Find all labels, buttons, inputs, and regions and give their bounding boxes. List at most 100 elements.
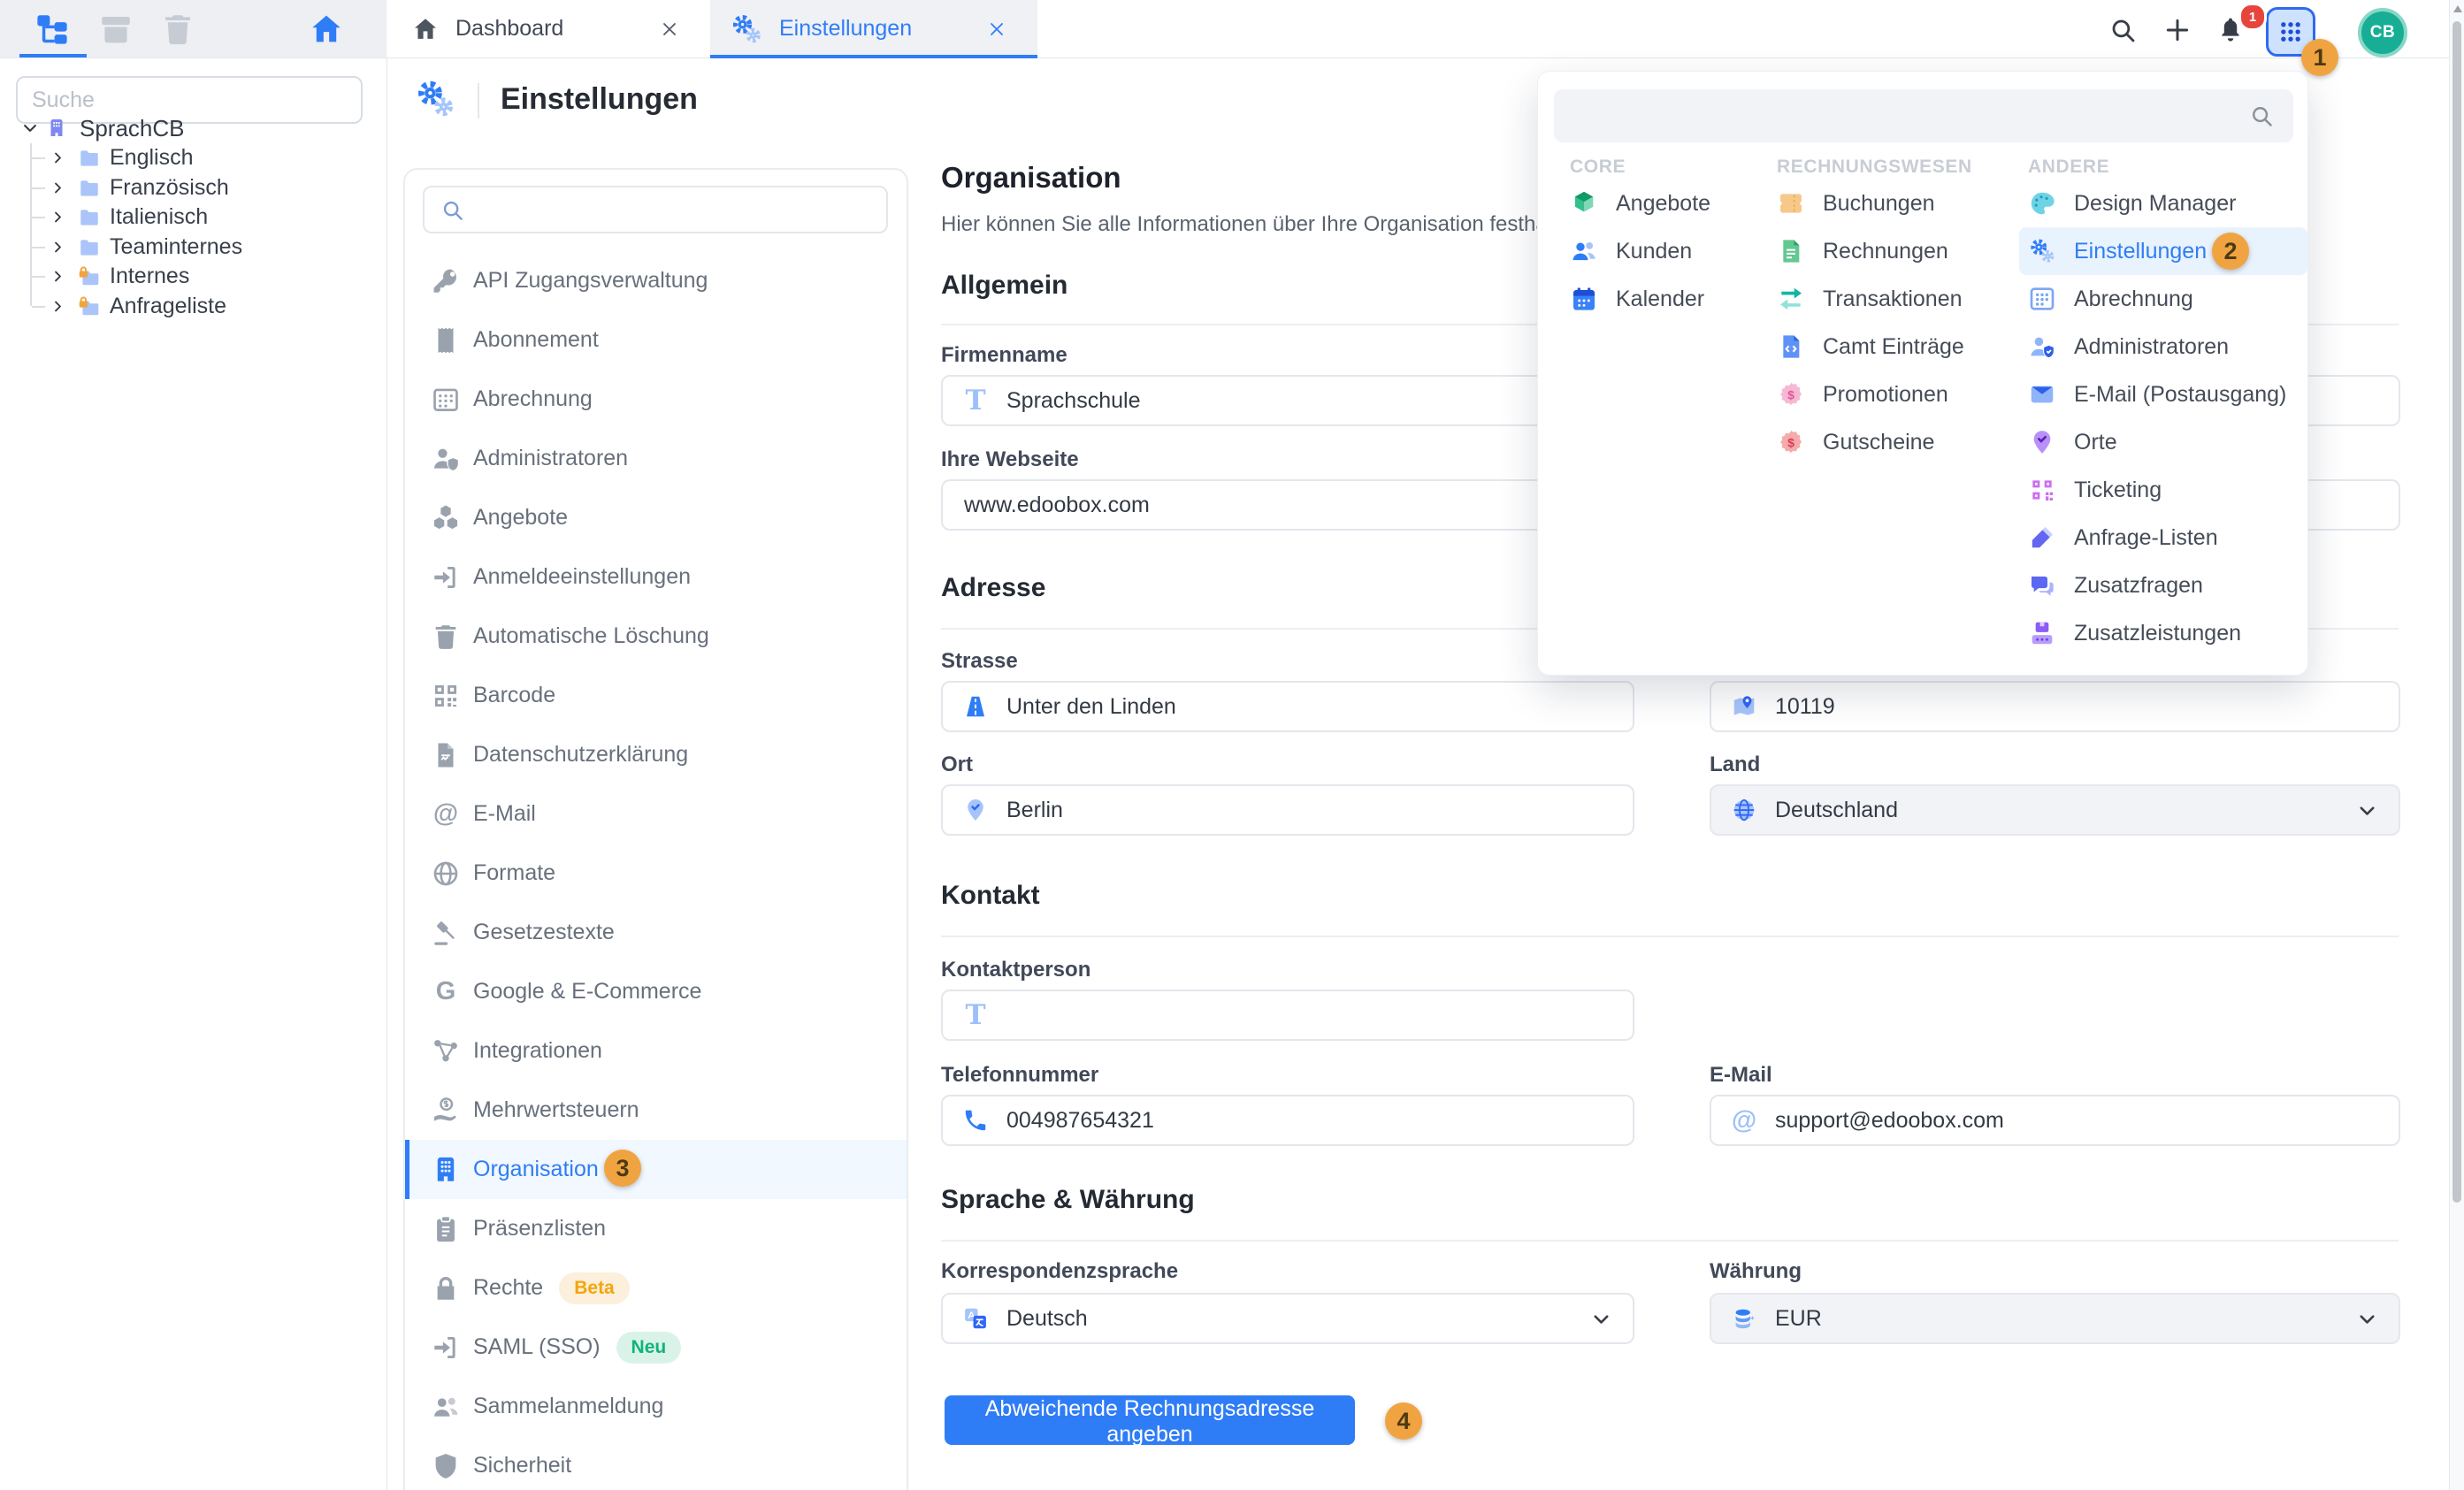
email-input[interactable]	[1773, 1107, 2379, 1135]
global-search-icon[interactable]	[2108, 16, 2137, 44]
settings-menu-item-saml-sso[interactable]: SAML (SSO)Neu	[405, 1318, 907, 1377]
scrollbar-thumb[interactable]	[2453, 21, 2461, 1203]
chevron-right-icon[interactable]	[50, 180, 65, 195]
plz-field[interactable]	[1710, 681, 2400, 732]
settings-menu-item-abrechnung[interactable]: Abrechnung	[405, 370, 907, 429]
chevron-right-icon[interactable]	[50, 299, 65, 314]
tree-tick	[32, 276, 45, 278]
launcher-item-abrechnung[interactable]: Abrechnung	[2019, 275, 2307, 323]
launcher-item-promotionen[interactable]: $Promotionen	[1768, 371, 2010, 418]
close-icon[interactable]	[986, 19, 1007, 40]
strasse-field[interactable]	[941, 681, 1634, 732]
tree-root-sprachcb[interactable]: SprachCB	[0, 113, 386, 143]
settings-menu-item-api-zugangsverwaltung[interactable]: API Zugangsverwaltung	[405, 251, 907, 310]
scrollbar[interactable]	[2449, 0, 2464, 1490]
settings-menu-item-anmeldeeinstellungen[interactable]: Anmeldeeinstellungen	[405, 547, 907, 607]
strasse-input[interactable]	[1005, 693, 1613, 721]
tab-einstellungen[interactable]: Einstellungen	[710, 0, 1037, 57]
kontaktperson-input[interactable]	[1005, 1002, 1613, 1029]
launcher-item-label: Abrechnung	[2074, 287, 2193, 312]
tree-item-französisch[interactable]: Französisch	[0, 173, 386, 203]
email-field[interactable]: @	[1710, 1095, 2400, 1146]
settings-menu-item-angebote[interactable]: Angebote	[405, 488, 907, 547]
avatar[interactable]: CB	[2358, 8, 2407, 57]
launcher-item-gutscheine[interactable]: $Gutscheine	[1768, 418, 2010, 466]
launcher-item-ticketing[interactable]: Ticketing	[2019, 466, 2307, 514]
settings-menu-item-google-e-commerce[interactable]: GGoogle & E-Commerce	[405, 962, 907, 1021]
launcher-item-e-mail-postausgang[interactable]: E-Mail (Postausgang)	[2019, 371, 2307, 418]
settings-menu-item-barcode[interactable]: Barcode	[405, 666, 907, 725]
topbar: Dashboard Einstellungen 1 CB	[0, 0, 2464, 58]
launcher-item-kunden[interactable]: Kunden	[1561, 227, 1759, 275]
settings-menu-item-integrationen[interactable]: Integrationen	[405, 1021, 907, 1081]
launcher-item-kalender[interactable]: Kalender	[1561, 275, 1759, 323]
settings-menu-item-organisation[interactable]: Organisation	[405, 1140, 907, 1199]
firmenname-field[interactable]: T	[941, 375, 1634, 426]
launcher-item-zusatzfragen[interactable]: Zusatzfragen	[2019, 562, 2307, 609]
firmenname-input[interactable]	[1005, 387, 1613, 415]
launcher-search-input[interactable]	[1572, 95, 2230, 139]
settings-menu-item-rechte[interactable]: RechteBeta	[405, 1258, 907, 1318]
settings-menu-item-präsenzlisten[interactable]: Präsenzlisten	[405, 1199, 907, 1258]
chevron-right-icon[interactable]	[50, 210, 65, 225]
launcher-item-buchungen[interactable]: Buchungen	[1768, 180, 2010, 227]
settings-menu-item-e-mail[interactable]: @E-Mail	[405, 784, 907, 844]
tree-view-icon[interactable]	[34, 11, 71, 48]
settings-search[interactable]	[423, 186, 888, 233]
settings-menu-item-administratoren[interactable]: Administratoren	[405, 429, 907, 488]
trash-icon[interactable]	[159, 11, 196, 48]
settings-menu-item-abonnement[interactable]: Abonnement	[405, 310, 907, 370]
scrollbar-up-arrow[interactable]	[2453, 5, 2462, 12]
plz-input[interactable]	[1773, 693, 2379, 721]
abweichende-rechnungsadresse-button[interactable]: Abweichende Rechnungsadresse angeben	[945, 1395, 1355, 1445]
settings-menu-item-sicherheit[interactable]: Sicherheit	[405, 1436, 907, 1490]
settings-search-input[interactable]	[474, 189, 867, 232]
korrespondenzsprache-select[interactable]: A	[941, 1293, 1634, 1344]
add-icon[interactable]	[2163, 16, 2192, 44]
webseite-input[interactable]	[962, 492, 1613, 519]
korrespondenzsprache-value[interactable]	[1005, 1305, 1573, 1333]
launcher-search[interactable]	[1554, 89, 2293, 142]
close-icon[interactable]	[659, 19, 680, 40]
launcher-item-transaktionen[interactable]: Transaktionen	[1768, 275, 2010, 323]
telefonnummer-field[interactable]	[941, 1095, 1634, 1146]
telefonnummer-input[interactable]	[1005, 1107, 1613, 1135]
tree-item-internes[interactable]: Internes	[0, 262, 386, 292]
hand-dollar-icon	[431, 1096, 461, 1126]
settings-menu-item-sammelanmeldung[interactable]: Sammelanmeldung	[405, 1377, 907, 1436]
settings-menu-item-automatische-löschung[interactable]: Automatische Löschung	[405, 607, 907, 666]
home-icon[interactable]	[308, 11, 345, 48]
tree-item-italienisch[interactable]: Italienisch	[0, 202, 386, 233]
archive-icon[interactable]	[97, 11, 134, 48]
settings-menu-item-gesetzestexte[interactable]: Gesetzestexte	[405, 903, 907, 962]
launcher-item-administratoren[interactable]: Administratoren	[2019, 323, 2307, 371]
launcher-item-angebote[interactable]: Angebote	[1561, 180, 1759, 227]
webseite-field[interactable]	[941, 479, 1634, 531]
settings-menu-item-datenschutzerklärung[interactable]: Datenschutzerklärung	[405, 725, 907, 784]
chevron-right-icon[interactable]	[50, 240, 65, 255]
waehrung-value[interactable]	[1773, 1305, 2339, 1333]
ort-input[interactable]	[1005, 797, 1613, 824]
settings-menu-item-mehrwertsteuern[interactable]: Mehrwertsteuern	[405, 1081, 907, 1140]
tree-item-teaminternes[interactable]: Teaminternes	[0, 233, 386, 263]
launcher-item-zusatzleistungen[interactable]: Zusatzleistungen	[2019, 609, 2307, 657]
waehrung-select[interactable]	[1710, 1293, 2400, 1344]
launcher-item-design-manager[interactable]: Design Manager	[2019, 180, 2307, 227]
settings-menu-item-formate[interactable]: Formate	[405, 844, 907, 903]
tab-dashboard[interactable]: Dashboard	[386, 0, 710, 57]
chevron-right-icon[interactable]	[50, 269, 65, 284]
land-value[interactable]	[1773, 797, 2339, 824]
launcher-item-rechnungen[interactable]: Rechnungen	[1768, 227, 2010, 275]
chevron-right-icon[interactable]	[50, 150, 65, 165]
launcher-item-camt-einträge[interactable]: Camt Einträge	[1768, 323, 2010, 371]
ort-field[interactable]	[941, 784, 1634, 836]
chevron-down-icon[interactable]	[21, 119, 39, 137]
launcher-item-orte[interactable]: Orte	[2019, 418, 2307, 466]
calendar-icon	[1570, 285, 1598, 313]
launcher-item-einstellungen[interactable]: Einstellungen	[2019, 227, 2307, 275]
tree-item-englisch[interactable]: Englisch	[0, 143, 386, 173]
land-select[interactable]	[1710, 784, 2400, 836]
kontaktperson-field[interactable]: T	[941, 990, 1634, 1041]
tree-item-anfrageliste[interactable]: Anfrageliste	[0, 292, 386, 322]
launcher-item-anfrage-listen[interactable]: Anfrage-Listen	[2019, 514, 2307, 562]
